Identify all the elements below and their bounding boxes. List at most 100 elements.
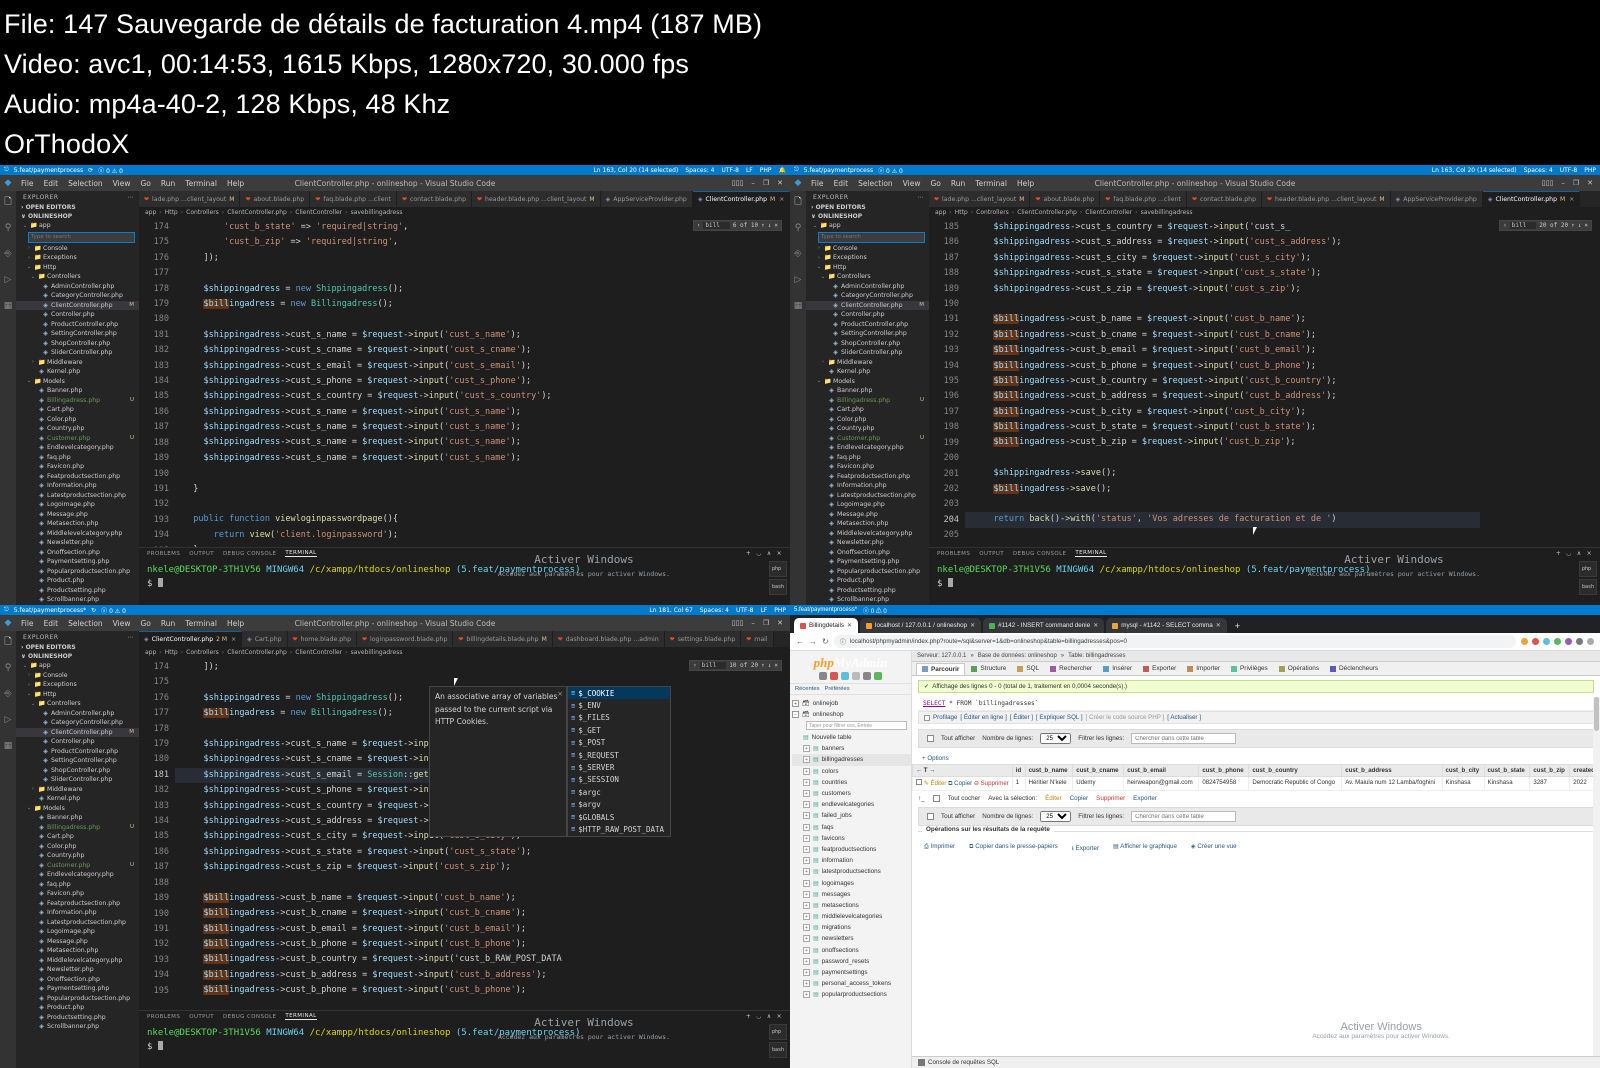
breadcrumb-item[interactable]: Controllers [186, 209, 219, 216]
file-tree-item[interactable]: ⌄📁app [16, 661, 139, 671]
panel-close-icon[interactable]: × [777, 550, 782, 557]
find-close-icon[interactable]: × [774, 222, 778, 229]
phpmyadmin-tab[interactable]: Insérer [1098, 663, 1137, 675]
menu-terminal[interactable]: Terminal [180, 179, 222, 188]
open-editors-section[interactable]: › OPEN EDITORS [806, 203, 929, 212]
table-name[interactable]: featproductsections [822, 846, 877, 853]
code-viewport-bottom-left[interactable]: 1741751761771781791801811821831841851861… [139, 658, 790, 1010]
editor-tab[interactable]: ◈AppServiceProvider.php [601, 191, 693, 207]
expand-icon[interactable]: + [803, 991, 810, 998]
extension-icon-2[interactable] [1532, 638, 1539, 645]
close-icon[interactable]: ✕ [847, 622, 852, 629]
file-tree-item[interactable]: ◈Latestproductsection.php [16, 491, 139, 501]
terminal-tabs-list[interactable]: php bash [769, 561, 787, 595]
file-tree-item[interactable]: ◈Product.php [16, 576, 139, 586]
menu-file[interactable]: File [16, 619, 39, 628]
breadcrumb-item[interactable]: savebillingadress [351, 209, 403, 216]
file-tree-item[interactable]: ›📁Exceptions [16, 253, 139, 263]
file-tree-item[interactable]: ◈Country.php [16, 424, 139, 434]
search-icon[interactable]: ⚲ [1, 221, 15, 235]
file-tree-item[interactable]: ◈Message.php [16, 937, 139, 947]
file-tree-item[interactable]: ◈Customer.phpU [16, 434, 139, 444]
code-line[interactable]: $shippingadress->cust_s_country = $reque… [175, 389, 670, 404]
row-actions[interactable]: ✎ Éditer ⧉ Copier ⊖ Supprimer [913, 777, 1013, 791]
code-line[interactable]: $shippingadress->cust_s_name = $request-… [175, 405, 670, 420]
editor-tab[interactable]: ❤billingdetails.blade.phpM [453, 631, 552, 647]
query-results-operations[interactable]: Opérations sur les résultats de la requê… [918, 831, 1594, 857]
file-tree-item[interactable]: ◈Color.php [16, 415, 139, 425]
table-name[interactable]: personal_access_tokens [822, 980, 891, 987]
branch-label[interactable]: 5.feat/paymentprocess* [14, 607, 86, 614]
editor-area-bottom-left[interactable]: ◈ClientController.php2 M×◈Cart.php❤home.… [139, 631, 790, 1068]
rows-control-bar-bottom[interactable]: Tout afficher Nombre de lignes: 25 Filtr… [918, 807, 1594, 826]
indentation-setting[interactable]: Spaces: 4 [1524, 167, 1553, 174]
breadcrumb-item[interactable]: savebillingadress [1141, 209, 1193, 216]
file-tree-item[interactable]: ◈AdminController.php [16, 709, 139, 719]
file-tree-item[interactable]: ◈ClientController.phpM [16, 728, 139, 738]
file-tree-item[interactable]: ◈Information.php [806, 481, 929, 491]
editor-tab[interactable]: ❤about.blade.php [1030, 191, 1100, 207]
table-node[interactable]: +▤middlelevelcategories [792, 911, 911, 922]
code-line[interactable]: public function viewloginpasswordpage(){ [175, 512, 670, 527]
table-node[interactable]: +▤messages [792, 889, 911, 900]
new-terminal-icon[interactable]: + [746, 1013, 751, 1020]
column-header[interactable]: cust_b_country [1249, 765, 1342, 777]
code-line[interactable]: $shippingadress->cust_s_email = $request… [175, 359, 670, 374]
file-tree-item[interactable]: ◈Color.php [16, 842, 139, 852]
options-toggle[interactable]: + Options [912, 753, 1600, 764]
file-tree-item[interactable]: ◈Newsletter.php [806, 538, 929, 548]
file-tree-item[interactable]: ◈Metasection.php [16, 519, 139, 529]
find-input[interactable]: bill [1510, 222, 1536, 229]
file-tree-item[interactable]: ◈Kernel.php [16, 367, 139, 377]
file-tree-item[interactable]: ◈Product.php [16, 1003, 139, 1013]
table-row[interactable]: ✎ Éditer ⧉ Copier ⊖ Supprimer1Héritier N… [913, 777, 1600, 791]
explorer-more-icon[interactable]: ⋯ [128, 634, 135, 641]
layout-icons[interactable]: ▯▯▯ [732, 619, 744, 627]
file-tree-item[interactable]: ⌄📁Http [16, 690, 139, 700]
close-button[interactable]: ✕ [1587, 179, 1593, 187]
file-tree-item[interactable]: ◈Paymentsetting.php [806, 557, 929, 567]
chevron-right-icon[interactable]: › [26, 672, 32, 678]
code-line[interactable]: $shippingadress->save(); [965, 466, 1480, 481]
table-cell-cust_b_cname[interactable]: Udemy [1073, 777, 1124, 791]
file-tree-item[interactable]: ◈Paymentsetting.php [16, 984, 139, 994]
layout-icons[interactable]: ▯▯▯ [1542, 179, 1554, 187]
editor-tabs-top-left[interactable]: ❤lade.php ...client_layoutM❤about.blade.… [139, 191, 790, 207]
recent-tab[interactable]: Récentes [795, 686, 820, 692]
file-tree-item[interactable]: ›📁Console [16, 244, 139, 254]
split-terminal-icon[interactable]: ◡ [756, 1013, 762, 1020]
menu-run[interactable]: Run [156, 619, 180, 628]
table-name[interactable]: information [822, 857, 853, 864]
expand-icon[interactable]: + [803, 868, 810, 875]
file-tree-item[interactable]: ◈Scrollbanner.php [16, 1022, 139, 1032]
table-name[interactable]: customers [822, 790, 851, 797]
table-name[interactable]: metasections [822, 902, 859, 909]
problems-indicator[interactable]: ⓧ 0 ⚠ 0 [98, 166, 123, 175]
file-tree-item[interactable]: ◈Product.php [806, 576, 929, 586]
file-tree-item[interactable]: ◈Middlelevelcategory.php [16, 529, 139, 539]
chevron-right-icon[interactable]: › [816, 245, 822, 251]
branch-label[interactable]: 5.feat/paymentprocess [14, 167, 83, 174]
editor-tab[interactable]: ❤mail [741, 631, 773, 647]
file-tree-item[interactable]: ◈Featproductsection.php [16, 899, 139, 909]
operation-link[interactable]: ⭳ Exporter [1072, 843, 1099, 854]
table-cell-id[interactable]: 1 [1012, 777, 1025, 791]
eol-setting[interactable]: LF [746, 167, 753, 174]
file-tree-item[interactable]: ◈SettingController.php [806, 329, 929, 339]
show-all-checkbox-top[interactable] [927, 735, 934, 742]
terminal-chip-php[interactable]: php [769, 561, 787, 577]
browser-menu-icon[interactable] [1587, 638, 1594, 645]
navigation-icons[interactable] [790, 672, 911, 683]
panel-tab-output[interactable]: OUTPUT [189, 1014, 214, 1020]
chevron-right-icon[interactable]: › [26, 255, 32, 261]
expand-icon[interactable]: + [803, 768, 810, 775]
layout-icons[interactable]: ▯▯▯ [732, 179, 744, 187]
code-line[interactable]: $billingadress->cust_b_country = $reques… [175, 952, 670, 967]
query-action-links[interactable]: Profilage [ Éditer en ligne ] [ Éditer ]… [918, 711, 1594, 724]
file-tree-item[interactable]: ◈ProductController.php [16, 747, 139, 757]
file-tree-item[interactable]: ◈Billingadress.phpU [16, 396, 139, 406]
code-line[interactable]: $shippingadress->cust_s_name = $request-… [175, 420, 670, 435]
file-tree-item[interactable]: ◈Endlevelcategory.php [16, 443, 139, 453]
file-tree-item[interactable]: ◈Favicon.php [806, 462, 929, 472]
database-name[interactable]: onlineshop [813, 711, 844, 718]
